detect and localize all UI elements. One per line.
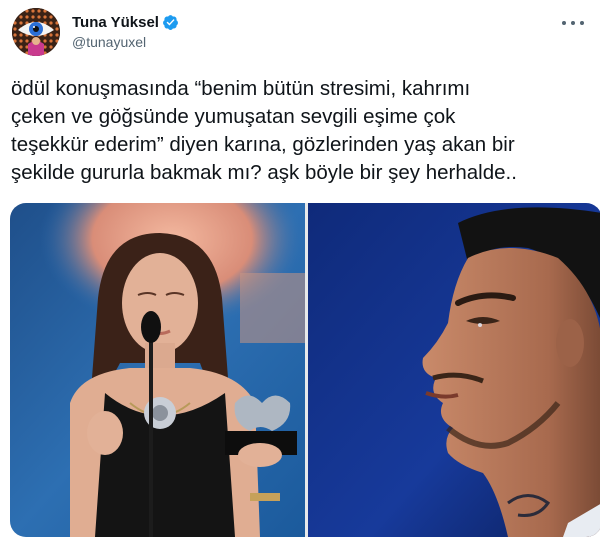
- eye-icon: [12, 8, 60, 56]
- display-name-row: Tuna Yüksel: [72, 12, 179, 32]
- tweet[interactable]: Tuna Yüksel @tunayuxel ödül konuşmasında…: [0, 0, 600, 540]
- tweet-media: [10, 203, 600, 537]
- tweet-text-line: teşekkür ederim” diyen karına, gözlerind…: [11, 133, 515, 156]
- author-names: Tuna Yüksel @tunayuxel: [72, 12, 179, 50]
- photo-man-profile[interactable]: [308, 203, 600, 537]
- verified-badge-icon: [162, 14, 179, 31]
- tweet-text-line: çeken ve göğsünde yumuşatan sevgili eşim…: [11, 105, 456, 128]
- photo-man-profile-icon: [308, 203, 600, 537]
- photo-woman-award[interactable]: [10, 203, 305, 537]
- photo-woman-award-icon: [10, 203, 305, 537]
- tweet-text: ödül konuşmasında “benim bütün stresimi,…: [11, 75, 596, 187]
- more-options-icon[interactable]: [562, 16, 584, 30]
- tweet-header: Tuna Yüksel @tunayuxel: [10, 8, 590, 58]
- author-handle[interactable]: @tunayuxel: [72, 34, 179, 50]
- tweet-text-line: ödül konuşmasında “benim bütün stresimi,…: [11, 77, 471, 100]
- avatar[interactable]: [12, 8, 60, 56]
- tweet-text-line: şekilde gururla bakmak mı? aşk böyle bir…: [11, 161, 517, 184]
- display-name[interactable]: Tuna Yüksel: [72, 14, 159, 31]
